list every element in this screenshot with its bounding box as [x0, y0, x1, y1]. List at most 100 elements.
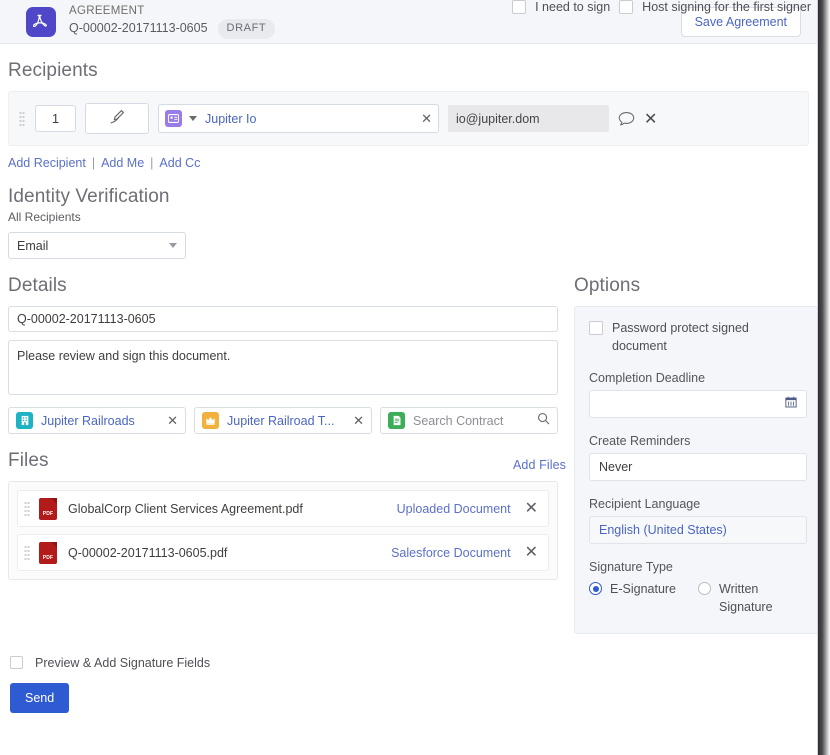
agreement-page: AGREEMENT Q-00002-20171113-0605 DRAFT Sa… — [0, 0, 818, 755]
opportunity-lookup-pill[interactable]: Jupiter Railroad T... ✕ — [194, 407, 372, 434]
preview-signature-label: Preview & Add Signature Fields — [35, 655, 211, 670]
drag-handle-icon[interactable] — [24, 544, 30, 561]
contract-lookup-pill[interactable]: Search Contract — [380, 407, 558, 434]
status-badge: DRAFT — [217, 19, 276, 40]
recipient-email-input[interactable] — [448, 105, 609, 132]
drag-handle-icon[interactable] — [24, 500, 30, 517]
create-reminders-label: Create Reminders — [589, 434, 691, 449]
recipient-order-input[interactable] — [35, 105, 76, 132]
completion-deadline-input[interactable] — [589, 390, 807, 419]
create-reminders-select[interactable]: Never — [589, 453, 807, 482]
chevron-down-icon[interactable] — [189, 116, 197, 121]
link-separator-1: | — [91, 156, 96, 170]
e-signature-label: E-Signature — [610, 582, 677, 597]
clear-opportunity-icon[interactable]: ✕ — [353, 414, 364, 427]
host-signing-checkbox[interactable] — [619, 0, 634, 14]
e-signature-radio[interactable] — [589, 582, 602, 596]
signature-type-group: E-Signature Written Signature — [589, 580, 803, 616]
recipient-language-label: Recipient Language — [589, 497, 701, 512]
signature-type-label: Signature Type — [589, 560, 673, 575]
related-records: Jupiter Railroads ✕ Jupiter Railroad T..… — [8, 407, 566, 434]
file-name: Q-00002-20171113-0605.pdf — [68, 545, 228, 560]
preview-signature-row: Preview & Add Signature Fields — [10, 656, 817, 670]
remove-recipient-icon[interactable]: ✕ — [644, 109, 657, 129]
password-protect-checkbox[interactable] — [589, 321, 603, 335]
password-protect-row: Password protect signed document — [589, 319, 803, 355]
calendar-icon[interactable] — [785, 395, 797, 413]
header-record-id: Q-00002-20171113-0605 — [69, 21, 208, 36]
written-signature-option[interactable]: Written Signature — [698, 580, 799, 616]
add-me-link[interactable]: Add Me — [101, 156, 144, 170]
create-reminders-value: Never — [599, 460, 633, 475]
pdf-file-icon: PDF — [39, 497, 57, 520]
options-heading: Options — [574, 275, 641, 296]
options-panel: Password protect signed document Complet… — [574, 306, 817, 634]
pen-icon — [108, 107, 127, 131]
file-source-tag: Uploaded Document — [396, 501, 511, 516]
remove-file-icon[interactable]: ✕ — [525, 500, 538, 517]
remove-file-icon[interactable]: ✕ — [525, 544, 538, 561]
recipient-role-button[interactable] — [85, 103, 149, 134]
signing-options: I need to sign Host signing for the firs… — [512, 0, 811, 14]
preview-signature-checkbox[interactable] — [10, 656, 23, 669]
recipient-lookup[interactable]: Jupiter Io ✕ — [158, 104, 439, 133]
host-signing-label: Host signing for the first signer — [642, 0, 811, 14]
search-icon[interactable] — [537, 412, 550, 430]
recipients-heading: Recipients — [8, 60, 98, 81]
identity-method-value: Email — [17, 238, 49, 253]
account-icon — [16, 412, 33, 429]
recipient-row: Jupiter Io ✕ ✕ — [8, 91, 809, 146]
pdf-file-type-label: PDF — [42, 510, 54, 517]
chevron-down-icon — [169, 243, 177, 248]
pdf-file-type-label: PDF — [42, 554, 54, 561]
recipient-language-select[interactable]: English (United States) — [589, 516, 807, 545]
file-name: GlobalCorp Client Services Agreement.pdf — [68, 501, 303, 516]
files-heading: Files — [8, 450, 49, 471]
recipient-language-value: English (United States) — [599, 523, 727, 538]
i-need-to-sign-label: I need to sign — [535, 0, 611, 14]
contact-icon — [165, 110, 182, 127]
file-row[interactable]: PDF Q-00002-20171113-0605.pdf Salesforce… — [17, 534, 549, 571]
page-edge-shadow — [818, 0, 830, 755]
files-list: PDF GlobalCorp Client Services Agreement… — [8, 481, 558, 580]
header-text: AGREEMENT Q-00002-20171113-0605 DRAFT — [69, 4, 276, 40]
e-signature-option[interactable]: E-Signature — [589, 580, 676, 616]
page-footer: Preview & Add Signature Fields Send — [10, 656, 817, 713]
recipient-actions: Add Recipient | Add Me | Add Cc I need t… — [8, 0, 817, 170]
send-button[interactable]: Send — [10, 682, 70, 713]
identity-subtitle: All Recipients — [8, 210, 81, 224]
written-signature-radio[interactable] — [698, 582, 712, 596]
file-row[interactable]: PDF GlobalCorp Client Services Agreement… — [17, 490, 549, 527]
link-separator-2: | — [150, 156, 154, 170]
identity-heading: Identity Verification — [8, 186, 170, 207]
add-cc-link[interactable]: Add Cc — [159, 156, 200, 170]
files-heading-wrap: Files Add Files — [8, 450, 566, 472]
account-lookup-pill[interactable]: Jupiter Railroads ✕ — [8, 407, 186, 434]
password-protect-label: Password protect signed document — [612, 321, 749, 354]
written-signature-label: Written Signature — [719, 582, 773, 615]
account-name: Jupiter Railroads — [41, 413, 135, 428]
opportunity-icon — [202, 412, 219, 429]
add-recipient-link[interactable]: Add Recipient — [8, 156, 86, 170]
options-column: Options Password protect signed document… — [574, 259, 817, 634]
header-kicker: AGREEMENT — [69, 4, 145, 17]
i-need-to-sign-checkbox[interactable] — [512, 0, 527, 14]
completion-deadline-label: Completion Deadline — [589, 371, 706, 386]
adobe-sign-logo-icon — [26, 6, 56, 37]
agreement-message-textarea[interactable]: Please review and sign this document. — [8, 340, 558, 395]
identity-method-select[interactable]: Email — [8, 232, 186, 259]
add-files-link[interactable]: Add Files — [513, 458, 566, 472]
pdf-file-icon: PDF — [39, 541, 57, 564]
agreement-name-input[interactable] — [8, 306, 558, 332]
details-heading: Details — [8, 275, 67, 296]
speech-bubble-icon[interactable] — [618, 111, 635, 127]
clear-account-icon[interactable]: ✕ — [167, 414, 178, 427]
file-source-tag: Salesforce Document — [391, 545, 511, 560]
clear-recipient-icon[interactable]: ✕ — [421, 112, 432, 125]
recipient-name: Jupiter Io — [205, 111, 257, 126]
contract-icon — [388, 412, 405, 429]
drag-handle-icon[interactable] — [19, 110, 25, 127]
details-column: Details Please review and sign this docu… — [0, 259, 566, 580]
opportunity-name: Jupiter Railroad T... — [227, 413, 335, 428]
contract-search-placeholder: Search Contract — [413, 413, 504, 428]
